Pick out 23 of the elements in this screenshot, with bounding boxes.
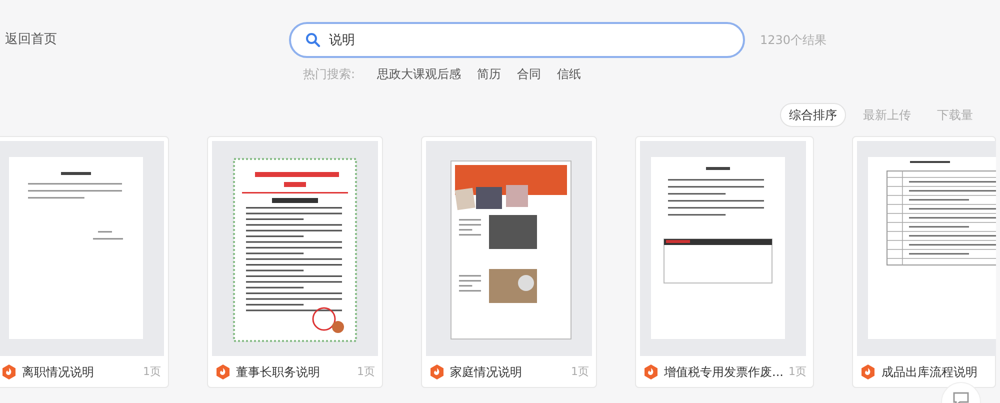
document-card[interactable]: 成品出库流程说明 [852, 136, 996, 388]
sort-tab[interactable]: 综合排序 [780, 103, 846, 127]
hot-search-link[interactable]: 信纸 [557, 65, 582, 83]
hot-search-link[interactable]: 思政大课观后感 [377, 65, 462, 83]
page-count: 1页 [788, 364, 806, 380]
hot-search-label: 热门搜索: [303, 66, 356, 83]
result-count: 1230个结果 [760, 32, 827, 49]
search-field[interactable]: 说明 [289, 22, 745, 58]
document-title: 增值税专用发票作废... [664, 364, 784, 381]
hot-search-link[interactable]: 合同 [517, 65, 542, 83]
page-count: 1页 [571, 364, 589, 380]
document-title: 成品出库流程说明 [881, 364, 978, 381]
document-card[interactable]: 增值税专用发票作废... 1页 [635, 136, 814, 388]
document-card[interactable]: 离职情况说明 1页 [0, 136, 169, 388]
page-count: 1页 [357, 364, 375, 380]
document-card[interactable]: 董事长职务说明 1页 [207, 136, 383, 388]
document-title: 离职情况说明 [22, 364, 95, 381]
document-card[interactable]: 家庭情况说明 1页 [421, 136, 597, 388]
page-count: 1页 [143, 364, 161, 380]
back-home-link[interactable]: 返回首页 [5, 30, 57, 50]
hot-search-link[interactable]: 简历 [477, 65, 502, 83]
document-title: 董事长职务说明 [236, 364, 321, 381]
document-title: 家庭情况说明 [450, 364, 523, 381]
